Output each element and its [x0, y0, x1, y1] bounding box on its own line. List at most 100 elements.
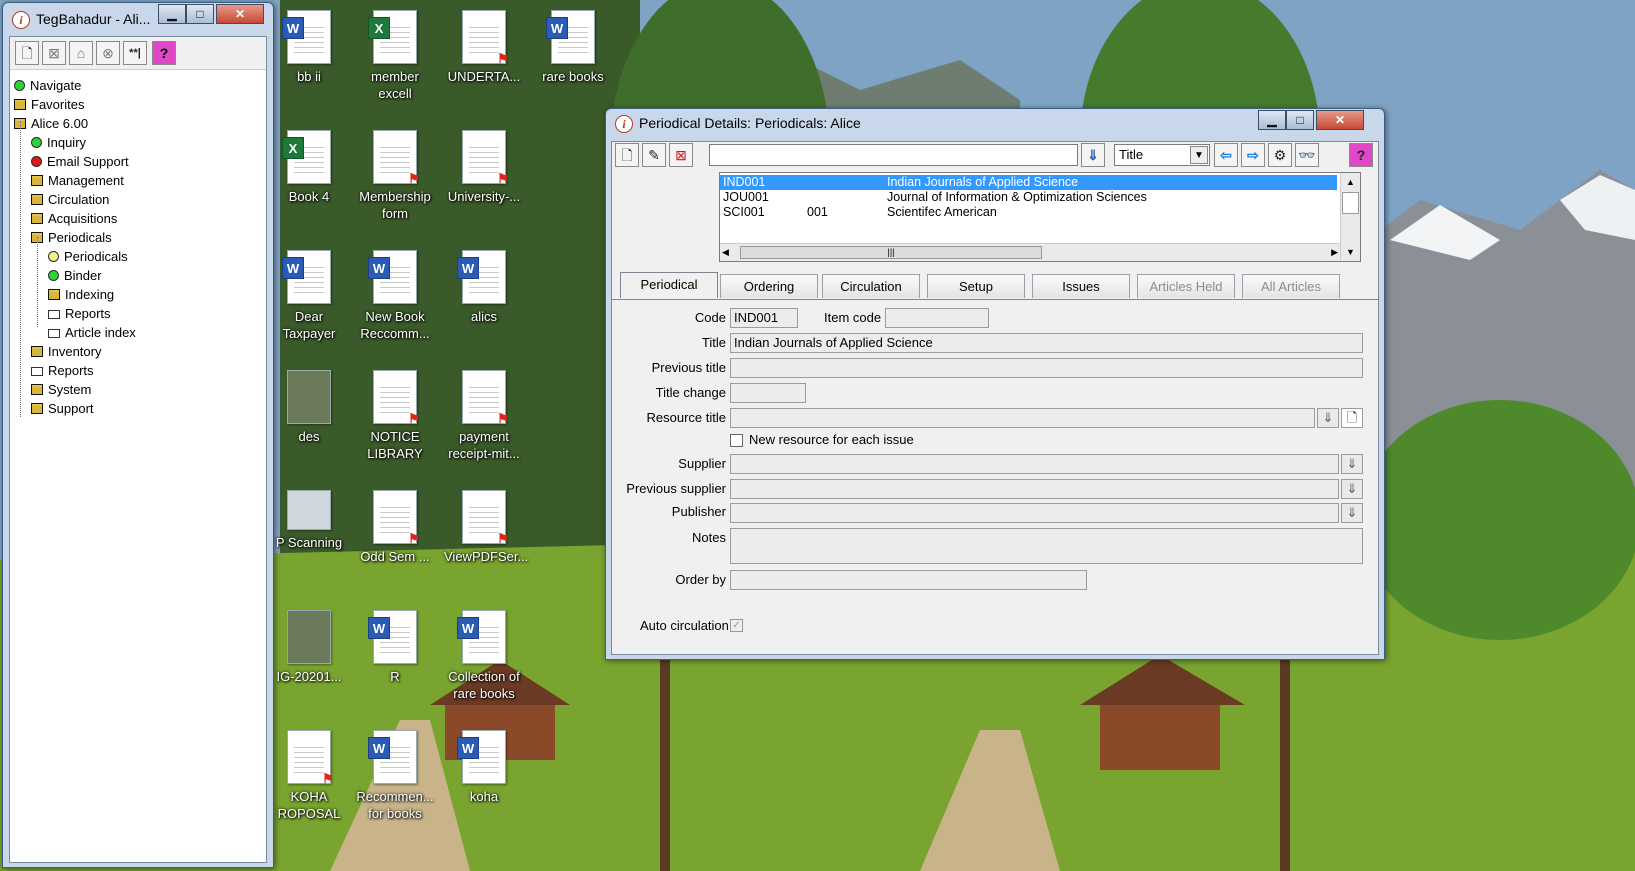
tree-item[interactable]: Periodicals — [48, 248, 128, 266]
tab-ordering[interactable]: Ordering — [720, 274, 818, 298]
publisher-lookup-icon[interactable]: ⇓ — [1341, 503, 1363, 523]
vertical-scrollbar[interactable]: ▲ ▼ — [1340, 173, 1360, 261]
desktop-icon[interactable]: ⚑ University-... — [444, 130, 524, 205]
resource-title-field[interactable] — [730, 408, 1315, 428]
cancel-icon[interactable]: ⊗ — [96, 41, 120, 65]
desktop-icon[interactable]: ⚑ KOHA ROPOSAL — [269, 730, 349, 822]
title-field[interactable]: Indian Journals of Applied Science — [730, 333, 1363, 353]
scroll-left-icon[interactable]: ◀ — [722, 244, 729, 261]
tree-item[interactable]: Inquiry — [31, 134, 86, 152]
previous-supplier-lookup-icon[interactable]: ⇓ — [1341, 479, 1363, 499]
minimize-button[interactable]: ▁ — [1258, 110, 1286, 130]
maximize-button[interactable]: □ — [186, 4, 214, 24]
desktop-icon[interactable]: ⚑ ViewPDFSer... — [444, 490, 528, 565]
item-code-field[interactable] — [885, 308, 989, 328]
help-icon[interactable]: ? — [152, 41, 176, 65]
scroll-right-icon[interactable]: ▶ — [1331, 244, 1338, 261]
list-item[interactable]: SCI001 001 Scientifec American — [720, 205, 1337, 220]
list-item[interactable]: JOU001 Journal of Information & Optimizat… — [720, 190, 1337, 205]
previous-title-field[interactable] — [730, 358, 1363, 378]
desktop-icon[interactable]: Wbb ii — [269, 10, 349, 85]
desktop-icon[interactable]: Wkoha — [444, 730, 524, 805]
list-item[interactable]: IND001 Indian Journals of Applied Science — [720, 175, 1337, 190]
previous-supplier-field[interactable] — [730, 479, 1339, 499]
maximize-button[interactable]: □ — [1286, 110, 1314, 130]
supplier-lookup-icon[interactable]: ⇓ — [1341, 454, 1363, 474]
resource-lookup-icon[interactable]: ⇓ — [1317, 408, 1339, 428]
title-change-field[interactable] — [730, 383, 806, 403]
tree-item[interactable]: Favorites — [14, 96, 84, 114]
desktop-icon[interactable]: Wrare books — [533, 10, 613, 85]
desktop-icon[interactable]: X Book 4 — [269, 130, 349, 205]
previous-arrow-icon[interactable]: ⇦ — [1214, 143, 1238, 167]
desktop-icon[interactable]: ⚑ payment receipt-mit... — [444, 370, 524, 462]
tree-item[interactable]: System — [31, 381, 91, 399]
find-binoculars-icon[interactable]: 👓 — [1295, 143, 1319, 167]
delete-record-icon[interactable]: ⊠ — [669, 143, 693, 167]
tree-item[interactable]: Management — [31, 172, 124, 190]
desktop-icon[interactable]: W Recommen... for books — [355, 730, 435, 822]
desktop-icon[interactable]: ⚑ Odd Sem ... — [355, 490, 435, 565]
tab-periodical[interactable]: Periodical — [620, 272, 718, 298]
tree-item[interactable]: Email Support — [31, 153, 129, 171]
desktop-icon[interactable]: IG-20201... — [269, 610, 349, 685]
desktop-icon[interactable]: WR — [355, 610, 435, 685]
password-icon[interactable]: **| — [123, 41, 147, 65]
close-button[interactable]: ✕ — [1316, 110, 1364, 130]
minimize-button[interactable]: ▁ — [158, 4, 186, 24]
tree-item[interactable]: Reports — [31, 362, 94, 380]
desktop-icon[interactable]: Walics — [444, 250, 524, 325]
tree-item[interactable]: Alice 6.00 — [14, 115, 88, 133]
code-field[interactable]: IND001 — [730, 308, 798, 328]
open-folder-icon[interactable]: ⌂ — [69, 41, 93, 65]
supplier-field[interactable] — [730, 454, 1339, 474]
next-arrow-icon[interactable]: ⇨ — [1241, 143, 1265, 167]
scroll-up-icon[interactable]: ▲ — [1341, 173, 1360, 191]
desktop-icon[interactable]: W Dear Taxpayer — [269, 250, 349, 342]
horizontal-scroll-thumb[interactable]: ||| — [740, 246, 1042, 259]
tree-item[interactable]: Circulation — [31, 191, 109, 209]
tree-item[interactable]: Reports — [48, 305, 111, 323]
desktop-icon[interactable]: W New Book Reccomm... — [355, 250, 435, 342]
tree-item[interactable]: Navigate — [14, 77, 81, 95]
desktop-icon[interactable]: Xmember excell — [355, 10, 435, 102]
new-record-icon[interactable]: 🗋 — [615, 143, 639, 167]
tab-articles-held[interactable]: Articles Held — [1137, 274, 1235, 298]
desktop-icon[interactable]: des — [269, 370, 349, 445]
periodical-titlebar[interactable]: i Periodical Details: Periodicals: Alice… — [606, 109, 1384, 139]
tree-item[interactable]: Binder — [48, 267, 102, 285]
tree-item[interactable]: Indexing — [48, 286, 114, 304]
desktop-icon[interactable]: ⚑ NOTICE LIBRARY — [355, 370, 435, 462]
new-resource-checkbox[interactable] — [730, 434, 743, 447]
desktop-icon[interactable]: P Scanning — [269, 490, 349, 551]
close-button[interactable]: ✕ — [216, 4, 264, 24]
tab-circulation[interactable]: Circulation — [822, 274, 920, 298]
auto-circulation-checkbox[interactable]: ✓ — [730, 619, 743, 632]
desktop-icon[interactable]: ⚑ Membership form — [355, 130, 435, 222]
tab-setup[interactable]: Setup — [927, 274, 1025, 298]
new-resource-icon[interactable]: 🗋 — [1341, 408, 1363, 428]
tree-item[interactable]: Periodicals — [31, 229, 112, 247]
settings-icon[interactable]: ⚙ — [1268, 143, 1292, 167]
periodical-list[interactable]: IND001 Indian Journals of Applied Science… — [719, 172, 1361, 262]
navigator-titlebar[interactable]: i TegBahadur - Ali... ▁ □ ✕ — [3, 3, 273, 33]
tab-issues[interactable]: Issues — [1032, 274, 1130, 298]
scroll-thumb[interactable] — [1342, 192, 1359, 214]
desktop-icon[interactable]: W Collection of rare books — [444, 610, 524, 702]
tab-all-articles[interactable]: All Articles — [1242, 274, 1340, 298]
tree-item[interactable]: Support — [31, 400, 94, 418]
new-doc-icon[interactable]: 🗋 — [15, 41, 39, 65]
publisher-field[interactable] — [730, 503, 1339, 523]
scroll-down-icon[interactable]: ▼ — [1341, 243, 1360, 261]
edit-record-icon[interactable]: ✎ — [642, 143, 666, 167]
sort-field-select[interactable]: Title ▼ — [1114, 144, 1210, 166]
tree-item[interactable]: Acquisitions — [31, 210, 117, 228]
notes-field[interactable] — [730, 528, 1363, 564]
order-by-field[interactable] — [730, 570, 1087, 590]
delete-doc-icon[interactable]: ⊠ — [42, 41, 66, 65]
sort-order-icon[interactable]: ⇓ — [1081, 143, 1105, 167]
tree-item[interactable]: Article index — [48, 324, 136, 342]
tree-item[interactable]: Inventory — [31, 343, 101, 361]
desktop-icon[interactable]: ⚑ UNDERTA... — [444, 10, 524, 85]
horizontal-scrollbar[interactable]: ◀ ||| ▶ — [720, 243, 1340, 261]
